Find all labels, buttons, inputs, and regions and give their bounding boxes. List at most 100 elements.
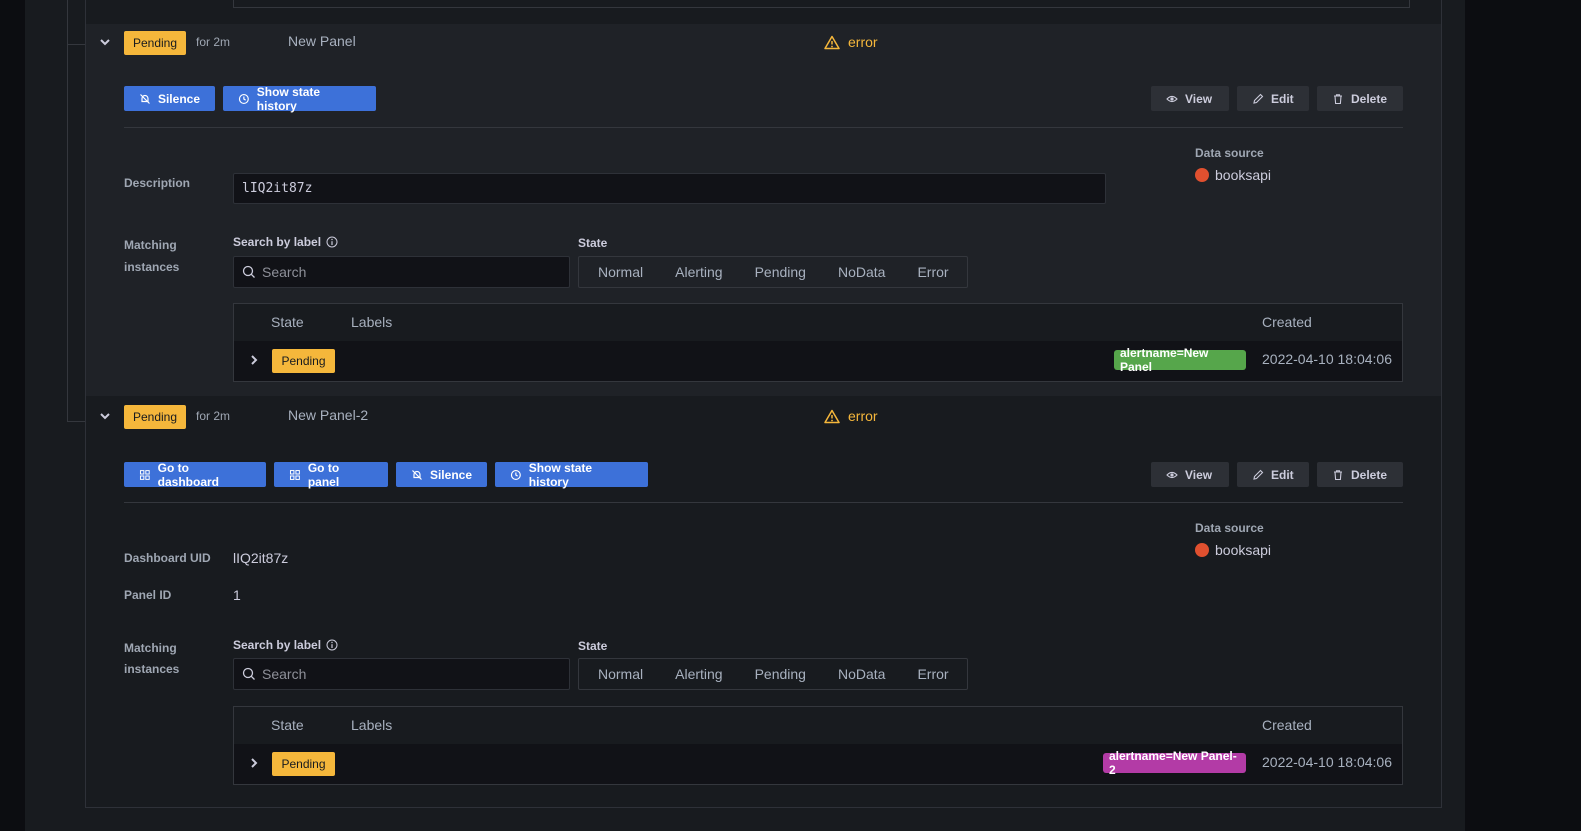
bell-slash-icon	[140, 93, 150, 104]
search-input[interactable]: Search	[233, 256, 570, 288]
health-text: error	[848, 408, 878, 424]
view-button[interactable]: View	[1151, 462, 1229, 487]
search-icon	[242, 667, 255, 680]
edit-button[interactable]: Edit	[1237, 86, 1309, 111]
description-label: Description	[124, 176, 191, 190]
health-text: error	[848, 34, 878, 50]
state-option-pending[interactable]: Pending	[739, 264, 822, 280]
created-timestamp: 2022-04-10 18:04:06	[1262, 351, 1392, 367]
state-option-normal[interactable]: Normal	[582, 264, 659, 280]
state-option-normal[interactable]: Normal	[582, 666, 659, 682]
bell-slash-icon	[412, 469, 422, 480]
divider	[124, 502, 1403, 503]
health-status: error	[824, 34, 878, 50]
info-icon[interactable]	[326, 639, 338, 651]
trash-icon	[1334, 469, 1342, 480]
collapse-rule-toggle[interactable]	[98, 35, 112, 54]
search-placeholder: Search	[262, 666, 307, 682]
label-tag[interactable]: alertname=New Panel	[1114, 346, 1246, 374]
data-source-label: Data source	[1195, 146, 1264, 160]
column-header-labels: Labels	[351, 717, 393, 733]
state-duration: for 2m	[196, 35, 231, 49]
tree-branch	[67, 421, 85, 422]
prometheus-icon	[1195, 168, 1209, 182]
search-by-label-text: Search by label	[233, 638, 322, 652]
delete-button[interactable]: Delete	[1317, 86, 1403, 111]
previous-content-box	[233, 0, 1410, 8]
data-source-name: booksapi	[1215, 542, 1272, 558]
data-source-name: booksapi	[1215, 167, 1272, 183]
rule-name: New Panel	[288, 33, 356, 49]
panel-id-label: Panel ID	[124, 588, 172, 602]
state-option-nodata[interactable]: NoData	[822, 264, 901, 280]
search-by-label-text: Search by label	[233, 235, 322, 249]
health-status: error	[824, 408, 878, 424]
info-icon[interactable]	[326, 236, 338, 248]
chevron-right-icon	[251, 355, 258, 365]
state-option-pending[interactable]: Pending	[739, 666, 822, 682]
warning-icon	[824, 409, 840, 423]
chevron-down-icon	[100, 39, 110, 46]
go-to-panel-button[interactable]: Go to panel	[274, 461, 388, 489]
created-timestamp: 2022-04-10 18:04:06	[1262, 754, 1392, 770]
dashboard-uid-label: Dashboard UID	[124, 551, 211, 565]
show-state-history-button[interactable]: Show state history	[495, 461, 648, 489]
state-option-alerting[interactable]: Alerting	[659, 666, 738, 682]
tree-branch	[67, 44, 85, 45]
column-header-state: State	[271, 717, 304, 733]
silence-button[interactable]: Silence	[396, 462, 487, 487]
pen-icon	[1253, 93, 1264, 104]
matching-instances-label: instances	[124, 260, 180, 274]
column-header-created: Created	[1262, 314, 1312, 330]
state-duration: for 2m	[196, 409, 231, 423]
state-filter-group: Normal Alerting Pending NoData Error	[578, 658, 968, 690]
dashboard-uid-value: lIQ2it87z	[233, 550, 289, 566]
state-option-alerting[interactable]: Alerting	[659, 264, 738, 280]
state-filter-group: Normal Alerting Pending NoData Error	[578, 256, 968, 288]
eye-icon	[1166, 471, 1178, 478]
matching-instances-label: Matching	[124, 641, 177, 655]
history-icon	[238, 93, 249, 104]
tree-line	[67, 0, 68, 422]
expand-row-toggle[interactable]	[247, 353, 261, 372]
delete-button[interactable]: Delete	[1317, 462, 1403, 487]
state-filter-label: State	[578, 236, 608, 250]
eye-icon	[1166, 95, 1178, 102]
chevron-right-icon	[251, 758, 258, 768]
search-input[interactable]: Search	[233, 658, 570, 690]
search-placeholder: Search	[262, 264, 307, 280]
rule-name: New Panel-2	[288, 407, 369, 423]
apps-icon	[289, 469, 300, 480]
divider	[124, 127, 1403, 128]
pen-icon	[1253, 469, 1264, 480]
data-source: booksapi	[1195, 542, 1271, 558]
state-option-nodata[interactable]: NoData	[822, 666, 901, 682]
prometheus-icon	[1195, 543, 1209, 557]
state-filter-label: State	[578, 639, 608, 653]
edit-button[interactable]: Edit	[1237, 462, 1309, 487]
data-source-label: Data source	[1195, 521, 1264, 535]
collapse-rule-toggle[interactable]	[98, 409, 112, 428]
column-header-labels: Labels	[351, 314, 393, 330]
state-option-error[interactable]: Error	[901, 264, 964, 280]
view-button[interactable]: View	[1151, 86, 1229, 111]
show-state-history-button[interactable]: Show state history	[223, 85, 376, 113]
go-to-dashboard-button[interactable]: Go to dashboard	[124, 461, 266, 489]
expand-row-toggle[interactable]	[247, 756, 261, 775]
warning-icon	[824, 35, 840, 49]
state-badge: Pending	[124, 31, 186, 55]
state-option-error[interactable]: Error	[901, 666, 964, 682]
matching-instances-label: instances	[124, 662, 180, 676]
label-tag[interactable]: alertname=New Panel-2	[1103, 749, 1246, 777]
silence-button[interactable]: Silence	[124, 86, 215, 111]
apps-icon	[139, 469, 150, 480]
search-icon	[242, 265, 255, 278]
chevron-down-icon	[100, 413, 110, 420]
search-by-label-header: Search by label	[233, 638, 338, 652]
instance-state-badge: Pending	[272, 349, 335, 373]
trash-icon	[1334, 93, 1342, 104]
matching-instances-label: Matching	[124, 238, 177, 252]
instance-state-badge: Pending	[272, 752, 335, 776]
column-header-created: Created	[1262, 717, 1312, 733]
search-by-label-header: Search by label	[233, 235, 338, 249]
